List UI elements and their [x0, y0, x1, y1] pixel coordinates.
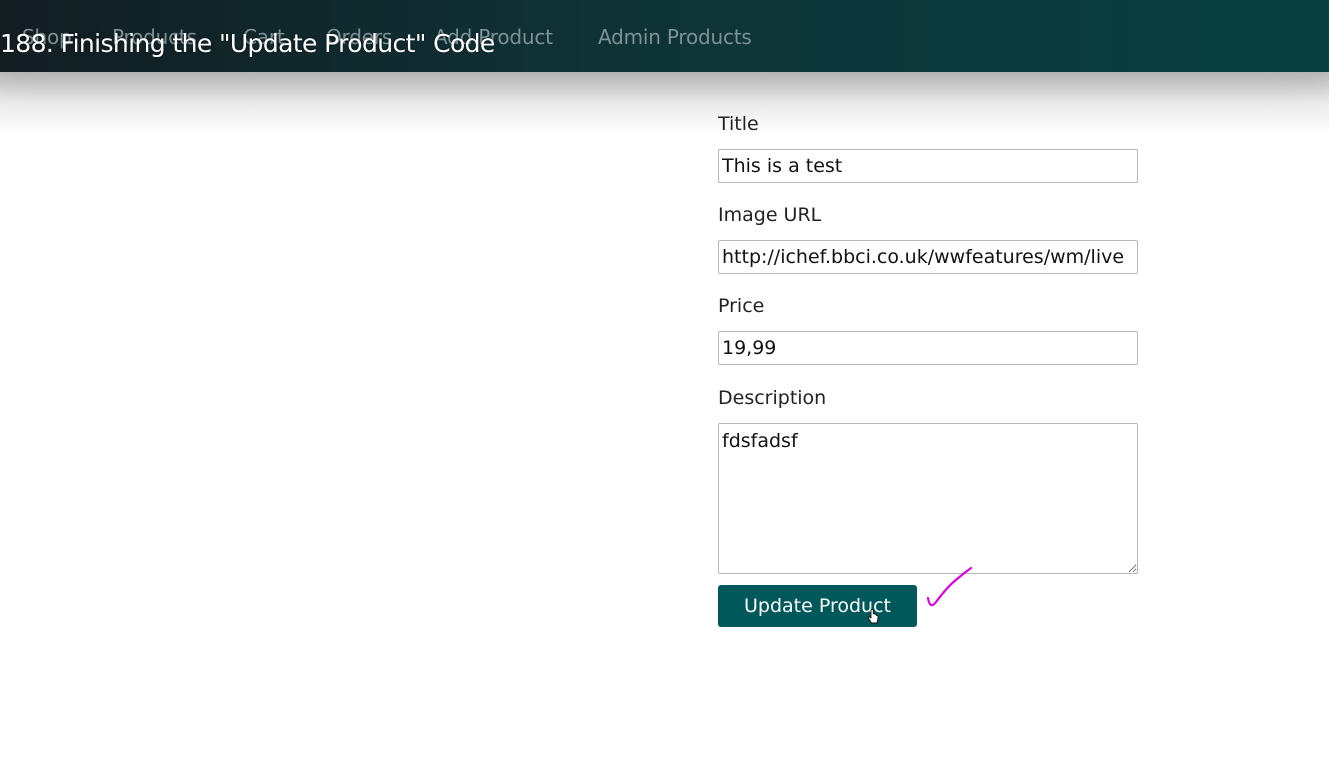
image-url-input[interactable]: [718, 240, 1138, 274]
title-input[interactable]: [718, 149, 1138, 183]
title-label: Title: [718, 113, 759, 135]
product-form: Title Image URL Price Description fdsfad…: [718, 112, 1138, 574]
nav-item-admin-products[interactable]: Admin Products: [598, 22, 752, 52]
description-textarea[interactable]: fdsfadsf: [718, 423, 1138, 574]
description-label: Description: [718, 387, 827, 409]
update-product-button[interactable]: Update Product: [718, 585, 917, 627]
main-header: Shop Products Cart Orders Add Product Ad…: [0, 0, 1329, 72]
price-label: Price: [718, 295, 765, 317]
hand-pointer-icon: [867, 609, 879, 624]
price-input[interactable]: [718, 331, 1138, 365]
image-url-label: Image URL: [718, 204, 822, 226]
video-title-overlay: 188. Finishing the "Update Product" Code: [0, 29, 495, 58]
checkmark-icon: [926, 566, 973, 607]
